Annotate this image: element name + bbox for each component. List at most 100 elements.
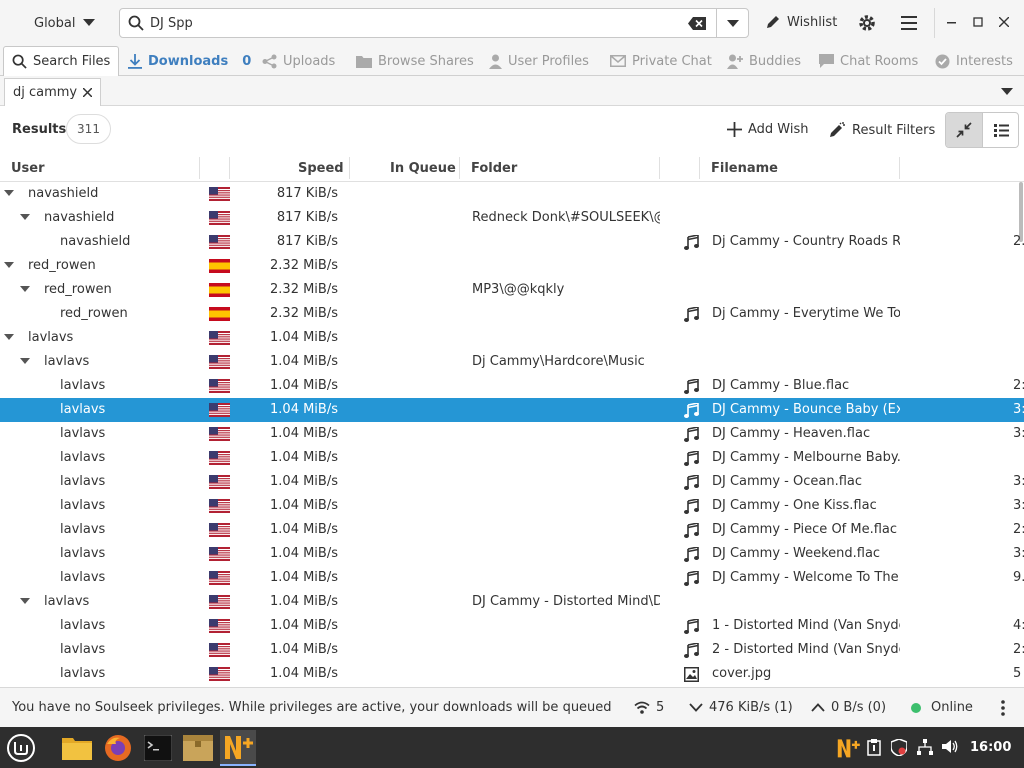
- clipboard-icon[interactable]: [867, 739, 881, 756]
- firefox-button[interactable]: [100, 730, 136, 766]
- wishlist-button[interactable]: Wishlist: [765, 14, 837, 30]
- upload-speed-indicator[interactable]: 0 B/s (0): [811, 700, 886, 715]
- table-row[interactable]: lavlavs 1.04 MiB/s DJ Cammy - Ocean.flac 3:: [0, 470, 1024, 494]
- cell-size: 4:: [1013, 618, 1024, 633]
- table-row[interactable]: lavlavs 1.04 MiB/s DJ Cammy - Welcome To T…: [0, 566, 1024, 590]
- cell-speed: 1.04 MiB/s: [270, 450, 338, 465]
- tab-browse-shares[interactable]: Browse Shares: [356, 46, 474, 76]
- network-icon[interactable]: [917, 739, 933, 755]
- start-menu-button[interactable]: [3, 730, 39, 766]
- cell-speed: 2.32 MiB/s: [270, 258, 338, 273]
- tab-uploads[interactable]: Uploads: [262, 46, 335, 76]
- collapse-all-button[interactable]: [946, 113, 983, 147]
- table-row[interactable]: lavlavs 1.04 MiB/s DJ Cammy - Blue.flac 2:: [0, 374, 1024, 398]
- clock[interactable]: 16:00: [970, 740, 1011, 755]
- search-tab-dj-cammy[interactable]: dj cammy: [4, 78, 102, 106]
- close-tab-icon[interactable]: [83, 88, 93, 97]
- cell-folder: DJ Cammy - Distorted Mind\Dj C: [472, 594, 660, 609]
- results-count: 311: [77, 122, 100, 136]
- search-field[interactable]: DJ Spp: [119, 8, 749, 38]
- table-row[interactable]: lavlavs 1.04 MiB/s DJ Cammy - Heaven.flac 3…: [0, 422, 1024, 446]
- nicotine-app-button[interactable]: [220, 730, 256, 766]
- list-view-button[interactable]: [983, 113, 1018, 147]
- music-note-icon: [684, 523, 699, 538]
- table-row[interactable]: lavlavs 1.04 MiB/s 1 - Distorted Mind (Van…: [0, 614, 1024, 638]
- table-row[interactable]: lavlavs 1.04 MiB/s: [0, 326, 1024, 350]
- table-row[interactable]: lavlavs 1.04 MiB/s DJ Cammy - Melbourne Ba…: [0, 446, 1024, 470]
- close-window-icon[interactable]: [999, 17, 1009, 27]
- minimize-icon[interactable]: [947, 22, 956, 24]
- table-row[interactable]: navashield 817 KiB/s: [0, 182, 1024, 206]
- terminal-button[interactable]: [140, 730, 176, 766]
- firefox-icon: [105, 735, 131, 761]
- table-row[interactable]: lavlavs 1.04 MiB/s DJ Cammy - Distorted Mi…: [0, 590, 1024, 614]
- music-note-icon: [684, 235, 699, 250]
- cell-user: lavlavs: [44, 594, 90, 609]
- column-header-speed[interactable]: Speed: [298, 161, 344, 176]
- downloads-badge: 0: [242, 53, 252, 69]
- connections-indicator[interactable]: 5: [634, 700, 664, 715]
- cell-filename: DJ Cammy - Melbourne Baby.fl: [712, 450, 900, 465]
- expander-arrow-icon[interactable]: [4, 334, 14, 340]
- expander-arrow-icon[interactable]: [4, 262, 14, 268]
- result-filters-button[interactable]: Result Filters: [829, 122, 935, 138]
- us-flag-icon: [209, 355, 230, 369]
- online-status-button[interactable]: Online: [911, 700, 973, 715]
- table-row[interactable]: red_rowen 2.32 MiB/s Dj Cammy - Everytime …: [0, 302, 1024, 326]
- table-row[interactable]: lavlavs 1.04 MiB/s DJ Cammy - One Kiss.fla…: [0, 494, 1024, 518]
- volume-icon[interactable]: [942, 739, 958, 754]
- search-scope-dropdown[interactable]: Global: [34, 12, 96, 34]
- column-separator: [899, 157, 900, 179]
- tab-chat-rooms[interactable]: Chat Rooms: [819, 46, 918, 76]
- table-row[interactable]: red_rowen 2.32 MiB/s: [0, 254, 1024, 278]
- tab-private-chat[interactable]: Private Chat: [610, 46, 712, 76]
- table-row[interactable]: lavlavs 1.04 MiB/s DJ Cammy - Bounce Baby …: [0, 398, 1024, 422]
- column-header-user[interactable]: User: [11, 161, 45, 176]
- cell-size: 3:: [1013, 498, 1024, 513]
- hamburger-menu-icon[interactable]: [901, 16, 917, 30]
- add-wish-button[interactable]: Add Wish: [727, 122, 809, 137]
- expander-arrow-icon[interactable]: [20, 286, 30, 292]
- tab-buddies[interactable]: Buddies: [727, 46, 801, 76]
- cell-speed: 1.04 MiB/s: [270, 378, 338, 393]
- table-row[interactable]: navashield 817 KiB/s Dj Cammy - Country Ro…: [0, 230, 1024, 254]
- column-header-in-queue[interactable]: In Queue: [390, 161, 456, 176]
- cell-user: red_rowen: [60, 306, 128, 321]
- more-options-icon[interactable]: [1001, 700, 1005, 716]
- column-header-folder[interactable]: Folder: [471, 161, 517, 176]
- expander-arrow-icon[interactable]: [20, 358, 30, 364]
- tab-interests[interactable]: Interests: [935, 46, 1013, 76]
- tab-downloads[interactable]: Downloads 0: [128, 46, 251, 76]
- clear-search-icon[interactable]: [688, 17, 706, 30]
- table-row[interactable]: lavlavs 1.04 MiB/s cover.jpg 5: [0, 662, 1024, 686]
- tab-user-profiles[interactable]: User Profiles: [489, 46, 589, 76]
- gear-icon[interactable]: [858, 14, 876, 32]
- expander-arrow-icon[interactable]: [20, 598, 30, 604]
- files-app-button[interactable]: [59, 730, 95, 766]
- search-input[interactable]: DJ Spp: [150, 16, 193, 31]
- download-speed-indicator[interactable]: 476 KiB/s (1): [689, 700, 793, 715]
- cell-user: lavlavs: [60, 570, 106, 585]
- column-header-filename[interactable]: Filename: [711, 161, 778, 176]
- column-separator: [199, 157, 200, 179]
- nicotine-tray-icon[interactable]: [836, 737, 860, 759]
- expander-arrow-icon[interactable]: [20, 214, 30, 220]
- tab-list-dropdown-icon[interactable]: [1001, 88, 1013, 95]
- table-row[interactable]: red_rowen 2.32 MiB/s MP3\@@kqkly: [0, 278, 1024, 302]
- table-row[interactable]: lavlavs 1.04 MiB/s DJ Cammy - Weekend.flac…: [0, 542, 1024, 566]
- table-row[interactable]: lavlavs 1.04 MiB/s DJ Cammy - Piece Of Me.…: [0, 518, 1024, 542]
- table-row[interactable]: navashield 817 KiB/s Redneck Donk\#SOULSEE…: [0, 206, 1024, 230]
- cell-user: red_rowen: [28, 258, 96, 273]
- cell-size: 3:: [1013, 474, 1024, 489]
- collapse-icon: [956, 122, 972, 138]
- shield-icon[interactable]: [891, 739, 907, 756]
- table-row[interactable]: lavlavs 1.04 MiB/s 2 - Distorted Mind (Van…: [0, 638, 1024, 662]
- cell-size: 3:: [1013, 402, 1024, 417]
- tab-search-files[interactable]: Search Files: [3, 46, 120, 76]
- maximize-icon[interactable]: [973, 17, 983, 27]
- search-history-dropdown-icon[interactable]: [727, 20, 739, 27]
- expander-arrow-icon[interactable]: [4, 190, 14, 196]
- table-row[interactable]: lavlavs 1.04 MiB/s Dj Cammy\Hardcore\Music: [0, 350, 1024, 374]
- archive-manager-button[interactable]: [180, 730, 216, 766]
- cell-speed: 1.04 MiB/s: [270, 618, 338, 633]
